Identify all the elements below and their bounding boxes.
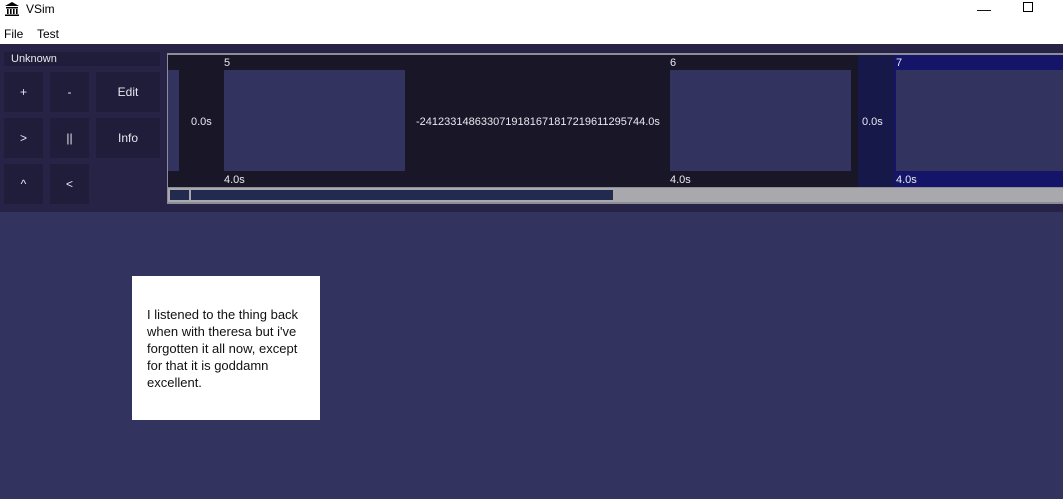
- slide-duration-6: 4.0s: [670, 174, 691, 186]
- maximize-button[interactable]: [1020, 0, 1036, 16]
- window-title: VSim: [26, 2, 55, 16]
- minimize-button[interactable]: —: [976, 2, 992, 19]
- slide-number-6: 6: [670, 57, 677, 69]
- slide-thumbnail-6: [670, 70, 851, 171]
- slide-number-5: 5: [224, 57, 231, 69]
- slide-partial-thumbnail: [168, 70, 179, 171]
- slide-thumbnail-5: [224, 70, 405, 171]
- edit-button[interactable]: Edit: [96, 72, 160, 112]
- slide-number-7: 7: [896, 57, 903, 69]
- transition-time-5: 0.0s: [191, 116, 212, 128]
- title-bar: VSim —: [0, 0, 1063, 22]
- slide-thumbnail-7: [896, 70, 1063, 171]
- remove-button[interactable]: -: [50, 72, 89, 112]
- play-button[interactable]: >: [4, 118, 43, 158]
- scrollbar-left-handle[interactable]: [170, 190, 189, 200]
- menu-file[interactable]: File: [4, 27, 23, 41]
- slide-duration-5: 4.0s: [224, 174, 245, 186]
- transition-time-6: -2412331486330719181671817219611295744.0…: [416, 116, 660, 128]
- museum-icon: [5, 2, 19, 16]
- back-button[interactable]: <: [50, 164, 89, 204]
- pause-button[interactable]: ||: [50, 118, 89, 158]
- transition-time-7: 0.0s: [862, 116, 883, 128]
- info-button[interactable]: Info: [96, 118, 160, 158]
- menu-test[interactable]: Test: [37, 27, 59, 41]
- maximize-icon: [1023, 2, 1033, 12]
- slide-duration-7: 4.0s: [896, 174, 917, 186]
- up-button[interactable]: ^: [4, 164, 43, 204]
- menu-bar: File Test: [0, 22, 1063, 44]
- selection-label: Unknown: [4, 52, 160, 66]
- note-text: I listened to the thing back when with t…: [147, 307, 299, 390]
- add-button[interactable]: +: [4, 72, 43, 112]
- scrollbar-thumb[interactable]: [191, 190, 613, 200]
